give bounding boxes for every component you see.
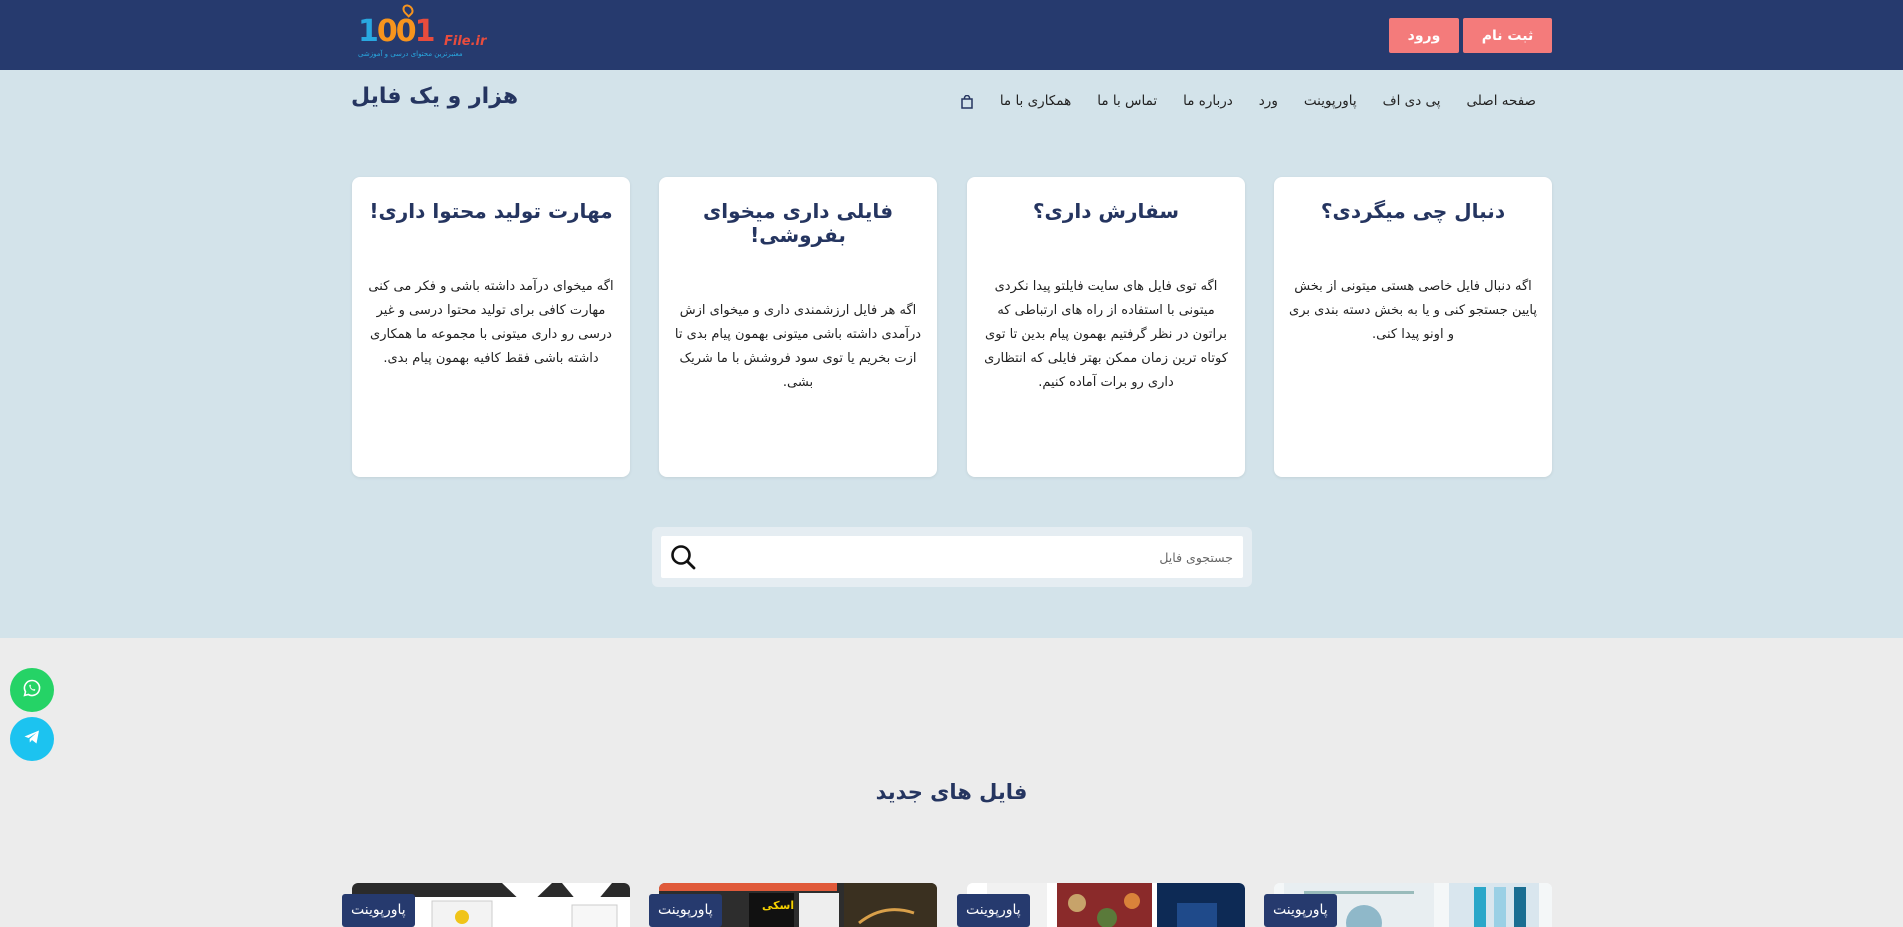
card-text: اگه دنبال فایل خاصی هستی میتونی از بخش پ… bbox=[1289, 279, 1537, 342]
telegram-icon bbox=[22, 727, 42, 751]
login-button[interactable]: ورود bbox=[1389, 18, 1459, 53]
card-title: سفارش داری؟ bbox=[1032, 199, 1180, 223]
top-header-bar: 1001 File.ir معتبرترین محتوای درسی و آمو… bbox=[0, 0, 1903, 70]
nav-item-home[interactable]: صفحه اصلی bbox=[1467, 93, 1536, 109]
category-badge[interactable]: پاورپوینت bbox=[957, 894, 1030, 927]
logo-number: 1001 bbox=[358, 14, 435, 49]
card-text: اگه میخوای درآمد داشته باشی و فکر می کنی… bbox=[368, 279, 614, 366]
nav-item-pdf[interactable]: پی دی اف bbox=[1383, 93, 1441, 109]
nav-item-about[interactable]: درباره ما bbox=[1183, 93, 1233, 109]
register-button[interactable]: ثبت نام bbox=[1463, 18, 1552, 53]
search-box bbox=[661, 536, 1243, 578]
category-badge[interactable]: پاورپوینت bbox=[649, 894, 722, 927]
new-files-title: فایل های جدید bbox=[875, 780, 1028, 804]
site-logo[interactable]: 1001 File.ir معتبرترین محتوای درسی و آمو… bbox=[356, 2, 486, 60]
nav-item-powerpoint[interactable]: پاورپوینت bbox=[1304, 93, 1357, 109]
card-text: اگه توی فایل های سایت فایلتو پیدا نکردی … bbox=[984, 279, 1228, 390]
site-title[interactable]: هزار و یک فایل bbox=[351, 84, 518, 109]
nav-item-contact[interactable]: تماس با ما bbox=[1097, 93, 1157, 109]
info-card-order: سفارش داری؟ اگه توی فایل های سایت فایلتو… bbox=[967, 177, 1245, 477]
category-badge[interactable]: پاورپوینت bbox=[342, 894, 415, 927]
category-badge[interactable]: پاورپوینت bbox=[1264, 894, 1337, 927]
shopping-bag-icon[interactable] bbox=[960, 94, 974, 109]
info-card-search: دنبال چی میگردی؟ اگه دنبال فایل خاصی هست… bbox=[1274, 177, 1552, 477]
product-thumb-text: اسکی bbox=[762, 899, 795, 912]
search-input[interactable] bbox=[703, 536, 1243, 578]
nav-item-cooperation[interactable]: همکاری با ما bbox=[1000, 93, 1071, 109]
search-panel bbox=[652, 527, 1252, 587]
hero-section: هزار و یک فایل صفحه اصلی پی دی اف پاورپو… bbox=[0, 70, 1903, 638]
card-title: فایلی داری میخوای بفروشی! bbox=[702, 199, 894, 247]
whatsapp-icon bbox=[22, 678, 42, 702]
search-icon[interactable] bbox=[669, 543, 697, 571]
logo-suffix: File.ir bbox=[444, 34, 487, 49]
card-text: اگه هر فایل ارزشمندی داری و میخوای ازش د… bbox=[674, 303, 922, 390]
info-card-sell: فایلی داری میخوای بفروشی! اگه هر فایل ار… bbox=[659, 177, 937, 477]
whatsapp-button[interactable] bbox=[10, 668, 54, 712]
nav-item-word[interactable]: ورد bbox=[1259, 93, 1278, 109]
card-title: دنبال چی میگردی؟ bbox=[1320, 199, 1506, 223]
main-nav: صفحه اصلی پی دی اف پاورپوینت ورد درباره … bbox=[961, 90, 1536, 112]
telegram-button[interactable] bbox=[10, 717, 54, 761]
info-card-content: مهارت تولید محتوا داری! اگه میخوای درآمد… bbox=[352, 177, 630, 477]
card-title: مهارت تولید محتوا داری! bbox=[369, 199, 613, 223]
logo-tagline: معتبرترین محتوای درسی و آموزشی bbox=[358, 50, 463, 58]
